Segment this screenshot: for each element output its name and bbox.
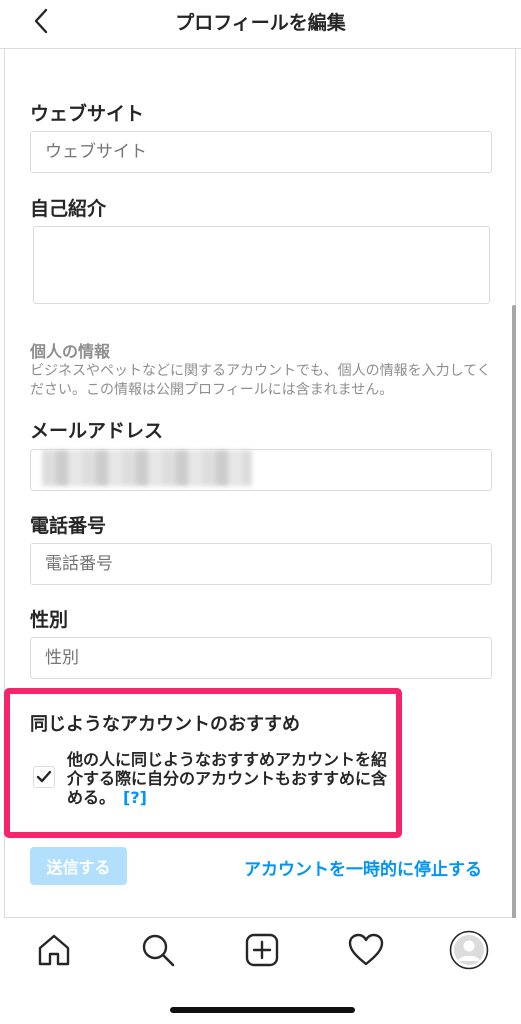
phone-input[interactable]: [30, 543, 492, 585]
website-label: ウェブサイト: [30, 103, 145, 125]
profile-avatar[interactable]: [449, 930, 489, 970]
phone-label: 電話番号: [30, 515, 107, 537]
checkmark-icon: [34, 770, 54, 791]
recommendation-text: 他の人に同じようなおすすめアカウントを紹介する際に自分のアカウントもおすすめに含…: [67, 750, 387, 807]
activity-heart-icon[interactable]: [346, 930, 386, 970]
bottom-navigation: [0, 918, 521, 982]
email-value-blurred: [42, 450, 252, 486]
bio-label: 自己紹介: [30, 198, 107, 220]
bio-textarea[interactable]: [33, 226, 490, 304]
recommendation-title: 同じようなアカウントのおすすめ: [30, 714, 300, 735]
home-icon[interactable]: [34, 930, 74, 970]
submit-button[interactable]: 送信する: [30, 847, 127, 885]
personal-info-description: ビジネスやペットなどに関するアカウントでも、個人の情報を入力してください。この情…: [30, 363, 491, 398]
help-link[interactable]: [?]: [123, 788, 147, 807]
recommendation-checkbox[interactable]: [33, 766, 55, 788]
scrollbar[interactable]: [512, 305, 516, 965]
page-title: プロフィールを編集: [175, 12, 346, 34]
personal-info-title: 個人の情報: [30, 342, 111, 361]
search-icon[interactable]: [138, 930, 178, 970]
temporarily-disable-account-link[interactable]: アカウントを一時的に停止する: [244, 855, 482, 880]
gender-label: 性別: [30, 609, 69, 631]
new-post-icon[interactable]: [242, 930, 282, 970]
email-label: メールアドレス: [30, 420, 164, 442]
recommendation-description: 他の人に同じようなおすすめアカウントを紹介する際に自分のアカウントもおすすめに含…: [67, 750, 388, 807]
home-indicator: [170, 1007, 355, 1013]
website-input[interactable]: [30, 131, 492, 173]
gender-input[interactable]: [30, 637, 492, 679]
header-bar: プロフィールを編集: [0, 0, 521, 49]
